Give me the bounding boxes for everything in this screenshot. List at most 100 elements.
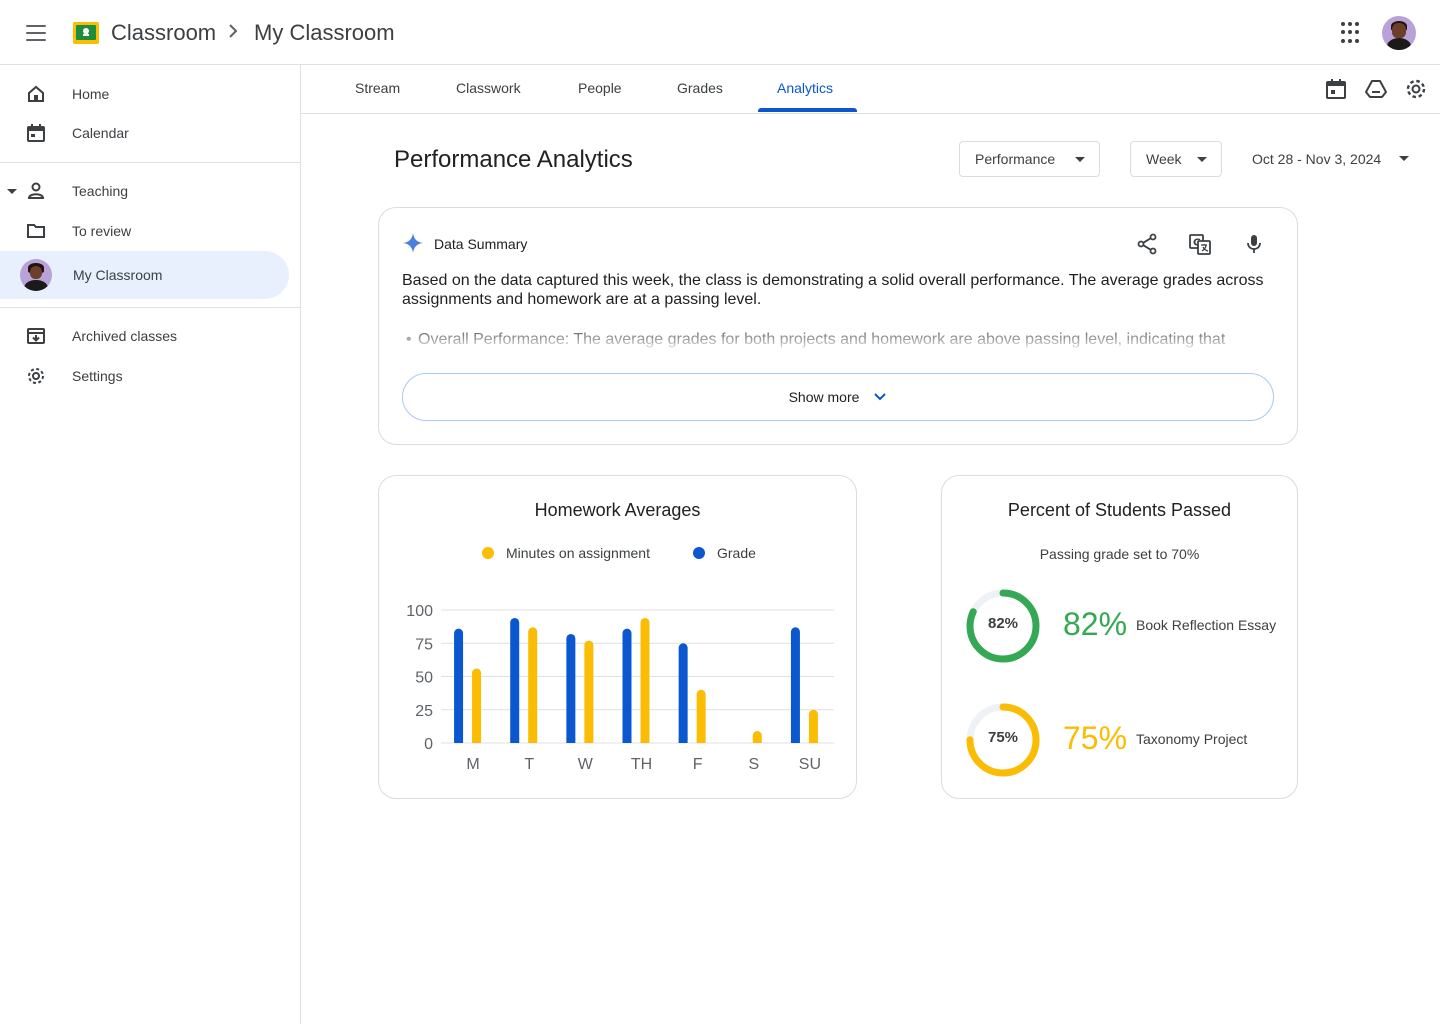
sidebar: Home Calendar Teaching To review My Clas… [0,65,301,1024]
microphone-icon[interactable] [1242,232,1266,256]
bar-grade [790,627,800,743]
sidebar-item-label: Home [72,86,110,102]
caret-down-icon [1075,157,1085,162]
class-tabs: Stream Classwork People Grades Analytics [301,65,1440,114]
ring-label: 75% [987,729,1019,746]
bar-grade-base [454,738,464,743]
sidebar-item-archived-classes[interactable]: Archived classes [0,316,289,356]
bar-grade-base [678,738,688,743]
bar-grade [566,633,576,743]
bar-minutes-base [696,738,706,743]
bar-minutes-base [584,738,594,743]
x-tick-label: SU [799,756,821,773]
percent-value: 82% [1063,606,1128,642]
calendar-icon[interactable] [1325,78,1347,100]
sidebar-item-settings[interactable]: Settings [0,356,289,396]
y-tick-label: 50 [415,670,433,687]
bar-minutes [696,689,706,743]
tab-analytics[interactable]: Analytics [777,80,833,96]
bar-minutes-base [752,738,762,743]
percent-value: 75% [1063,720,1128,756]
y-tick-label: 25 [415,703,433,720]
classroom-logo-icon[interactable] [73,22,99,44]
show-more-button[interactable]: Show more [402,373,1274,421]
x-tick-label: T [524,756,534,773]
x-tick-label: S [748,756,759,773]
sidebar-item-calendar[interactable]: Calendar [0,113,289,153]
date-range-selector[interactable]: Oct 28 - Nov 3, 2024 [1252,151,1381,167]
sidebar-item-label: To review [72,223,132,239]
tab-people[interactable]: People [578,80,622,96]
gear-icon [28,368,44,384]
menu-icon[interactable] [22,20,50,46]
x-tick-label: F [693,756,703,773]
sidebar-item-home[interactable]: Home [0,74,289,114]
bar-minutes [640,617,650,743]
person-icon [27,182,45,199]
passing-grade-note: Passing grade set to 70% [1039,546,1200,562]
avatar[interactable] [1382,16,1416,50]
translate-icon[interactable]: G [1188,232,1212,256]
assignment-name: Book Reflection Essay [1136,617,1277,633]
sidebar-item-label: Settings [72,368,123,384]
period-dropdown[interactable]: Week [1130,141,1222,177]
caret-down-icon[interactable] [7,188,17,194]
share-icon[interactable] [1135,232,1159,256]
assignment-name: Taxonomy Project [1136,731,1248,747]
archive-icon [27,328,45,344]
app-title[interactable]: Classroom [111,20,216,46]
sidebar-item-my-classroom[interactable]: My Classroom [0,251,289,299]
breadcrumb-current[interactable]: My Classroom [254,20,395,46]
sidebar-divider [0,307,300,308]
data-summary-card: Data Summary G Based on the data capture… [378,207,1298,445]
bar-minutes-base [640,738,650,743]
bar-minutes-base [528,738,538,743]
sparkle-icon [403,233,423,253]
drive-icon[interactable] [1365,78,1387,100]
calendar-icon [27,124,45,142]
percent-passed-card: Percent of Students Passed Passing grade… [941,475,1298,799]
bar-grade-base [566,738,576,743]
summary-bullet-text: Overall Performance: The average grades … [418,331,1226,348]
home-icon [28,85,44,102]
apps-grid-icon[interactable] [1341,22,1363,44]
ring-label: 82% [987,615,1019,632]
avatar [20,259,52,291]
pass-row-taxonomy[interactable]: 75% 75% Taxonomy Project [942,700,1297,780]
period-dropdown-value: Week [1146,151,1182,167]
active-tab-indicator [758,108,857,112]
pass-row-book-reflection[interactable]: 82% 82% Book Reflection Essay [942,586,1297,666]
y-tick-label: 75 [415,636,433,653]
sidebar-item-label: Archived classes [72,328,178,344]
y-tick-label: 0 [424,736,433,753]
sidebar-item-label: Teaching [72,183,129,199]
sidebar-item-teaching[interactable]: Teaching [0,171,289,211]
chevron-right-icon [228,22,238,43]
sidebar-item-label: Calendar [72,125,129,141]
gear-icon[interactable] [1405,78,1427,100]
bar-grade-base [622,738,632,743]
x-tick-label: M [466,756,479,773]
bar-minutes [584,640,594,743]
tab-grades[interactable]: Grades [677,80,723,96]
top-app-bar: Classroom My Classroom [0,0,1440,65]
caret-down-icon[interactable] [1399,156,1409,161]
card-title: Percent of Students Passed [1007,500,1232,520]
summary-text: Based on the data captured this week, th… [402,272,1264,308]
caret-down-icon [1197,157,1207,162]
bar-grade [678,643,688,743]
bar-minutes-base [472,738,482,743]
bar-grade [454,628,464,743]
summary-title: Data Summary [434,236,528,252]
bar-grade-base [510,738,520,743]
bar-grade [510,617,520,743]
y-tick-label: 100 [406,603,433,620]
bar-grade [622,628,632,743]
homework-averages-card: Homework Averages Minutes on assignment … [378,475,857,799]
metric-dropdown[interactable]: Performance [959,141,1100,177]
tab-classwork[interactable]: Classwork [456,80,521,96]
summary-bullet: • Overall Performance: The average grades… [402,329,1272,349]
sidebar-item-to-review[interactable]: To review [0,211,289,251]
sidebar-divider [0,162,300,163]
tab-stream[interactable]: Stream [355,80,400,96]
